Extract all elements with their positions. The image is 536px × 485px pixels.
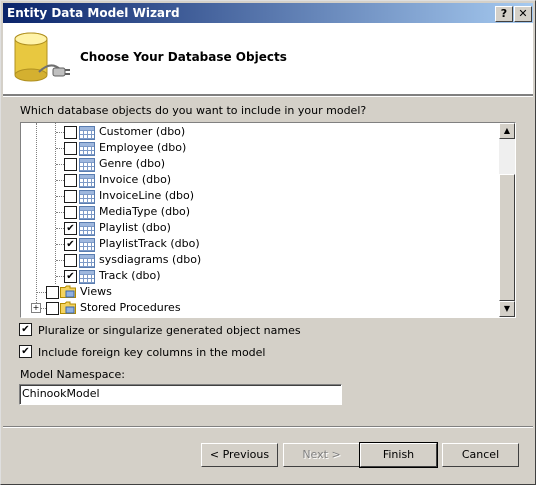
table-node[interactable]: Invoice (dbo) bbox=[21, 172, 491, 188]
table-checkbox[interactable] bbox=[64, 254, 77, 267]
expand-icon[interactable]: + bbox=[31, 303, 41, 313]
tree-guide-line bbox=[56, 260, 64, 261]
database-connect-icon bbox=[14, 32, 70, 82]
database-objects-tree[interactable]: Customer (dbo) Employee (dbo) Genre (dbo) I… bbox=[20, 122, 516, 318]
pluralize-checkbox[interactable]: ✔ bbox=[19, 323, 32, 336]
table-label: Invoice (dbo) bbox=[99, 173, 172, 186]
table-node[interactable]: Genre (dbo) bbox=[21, 156, 491, 172]
table-checkbox[interactable]: ✔ bbox=[64, 270, 77, 283]
table-icon bbox=[79, 190, 95, 204]
pluralize-label[interactable]: Pluralize or singularize generated objec… bbox=[38, 324, 301, 337]
table-icon bbox=[79, 206, 95, 220]
table-icon bbox=[79, 158, 95, 172]
namespace-label: Model Namespace: bbox=[20, 368, 125, 381]
finish-button[interactable]: Finish bbox=[359, 442, 438, 468]
tree-guide-line bbox=[56, 164, 64, 165]
stored-procedures-node-label: Stored Procedures bbox=[80, 301, 181, 314]
table-checkbox[interactable] bbox=[64, 126, 77, 139]
help-button[interactable]: ? bbox=[495, 6, 513, 22]
title-bar: Entity Data Model Wizard ? ✕ bbox=[3, 3, 533, 23]
folder-checkbox[interactable] bbox=[46, 286, 59, 299]
tree-guide-line bbox=[56, 148, 64, 149]
folder-checkbox[interactable] bbox=[46, 302, 59, 315]
table-label: Customer (dbo) bbox=[99, 125, 186, 138]
tree-content: Customer (dbo) Employee (dbo) Genre (dbo) I… bbox=[21, 123, 497, 317]
table-label: InvoiceLine (dbo) bbox=[99, 189, 195, 202]
tree-guide-line bbox=[56, 132, 64, 133]
table-icon bbox=[79, 254, 95, 268]
folder-icon bbox=[60, 301, 76, 314]
views-node[interactable]: Views bbox=[21, 284, 491, 300]
folder-icon bbox=[60, 285, 76, 298]
table-node[interactable]: InvoiceLine (dbo) bbox=[21, 188, 491, 204]
table-checkbox[interactable] bbox=[64, 174, 77, 187]
previous-button[interactable]: < Previous bbox=[201, 443, 278, 467]
tree-guide-line bbox=[56, 276, 64, 277]
table-node[interactable]: ✔ PlaylistTrack (dbo) bbox=[21, 236, 491, 252]
window-title: Entity Data Model Wizard bbox=[7, 6, 180, 20]
scroll-up-button[interactable]: ▲ bbox=[499, 123, 515, 139]
namespace-input[interactable] bbox=[20, 385, 334, 402]
foreign-keys-checkbox[interactable]: ✔ bbox=[19, 345, 32, 358]
tree-guide-line bbox=[56, 228, 64, 229]
table-label: Genre (dbo) bbox=[99, 157, 166, 170]
scroll-down-button[interactable]: ▼ bbox=[499, 301, 515, 317]
close-button[interactable]: ✕ bbox=[514, 6, 532, 22]
tree-guide-line bbox=[56, 212, 64, 213]
stored-procedures-node[interactable]: + Stored Procedures bbox=[21, 300, 491, 316]
views-node-label: Views bbox=[80, 285, 112, 298]
header-divider bbox=[3, 95, 533, 97]
table-label: Playlist (dbo) bbox=[99, 221, 171, 234]
table-node[interactable]: Employee (dbo) bbox=[21, 140, 491, 156]
table-checkbox[interactable] bbox=[64, 142, 77, 155]
table-label: sysdiagrams (dbo) bbox=[99, 253, 202, 266]
table-node[interactable]: sysdiagrams (dbo) bbox=[21, 252, 491, 268]
tree-scrollbar[interactable]: ▲ ▼ bbox=[499, 123, 515, 317]
table-checkbox[interactable] bbox=[64, 206, 77, 219]
page-title: Choose Your Database Objects bbox=[80, 50, 287, 64]
cancel-button[interactable]: Cancel bbox=[442, 443, 519, 467]
table-icon bbox=[79, 126, 95, 140]
table-label: Employee (dbo) bbox=[99, 141, 187, 154]
table-icon bbox=[79, 222, 95, 236]
table-label: PlaylistTrack (dbo) bbox=[99, 237, 200, 250]
table-checkbox[interactable] bbox=[64, 158, 77, 171]
table-icon bbox=[79, 174, 95, 188]
next-button[interactable]: Next > bbox=[283, 443, 360, 467]
wizard-header: Choose Your Database Objects bbox=[3, 23, 533, 95]
table-node[interactable]: MediaType (dbo) bbox=[21, 204, 491, 220]
table-node[interactable]: ✔ Track (dbo) bbox=[21, 268, 491, 284]
tree-prompt-label: Which database objects do you want to in… bbox=[20, 104, 367, 117]
table-node[interactable]: Customer (dbo) bbox=[21, 124, 491, 140]
table-icon bbox=[79, 238, 95, 252]
namespace-field[interactable] bbox=[19, 384, 342, 405]
table-node[interactable]: ✔ Playlist (dbo) bbox=[21, 220, 491, 236]
table-checkbox[interactable] bbox=[64, 190, 77, 203]
table-checkbox[interactable]: ✔ bbox=[64, 238, 77, 251]
tree-guide-line bbox=[37, 292, 46, 293]
table-icon bbox=[79, 270, 95, 284]
footer-divider bbox=[3, 426, 533, 428]
tree-guide-line bbox=[56, 196, 64, 197]
foreign-keys-label[interactable]: Include foreign key columns in the model bbox=[38, 346, 266, 359]
table-checkbox[interactable]: ✔ bbox=[64, 222, 77, 235]
tree-guide-line bbox=[56, 180, 64, 181]
wizard-window: Entity Data Model Wizard ? ✕ Choose Your… bbox=[0, 0, 536, 485]
table-icon bbox=[79, 142, 95, 156]
tree-guide-line bbox=[56, 244, 64, 245]
scroll-thumb[interactable] bbox=[499, 174, 515, 301]
table-label: MediaType (dbo) bbox=[99, 205, 191, 218]
table-label: Track (dbo) bbox=[99, 269, 161, 282]
